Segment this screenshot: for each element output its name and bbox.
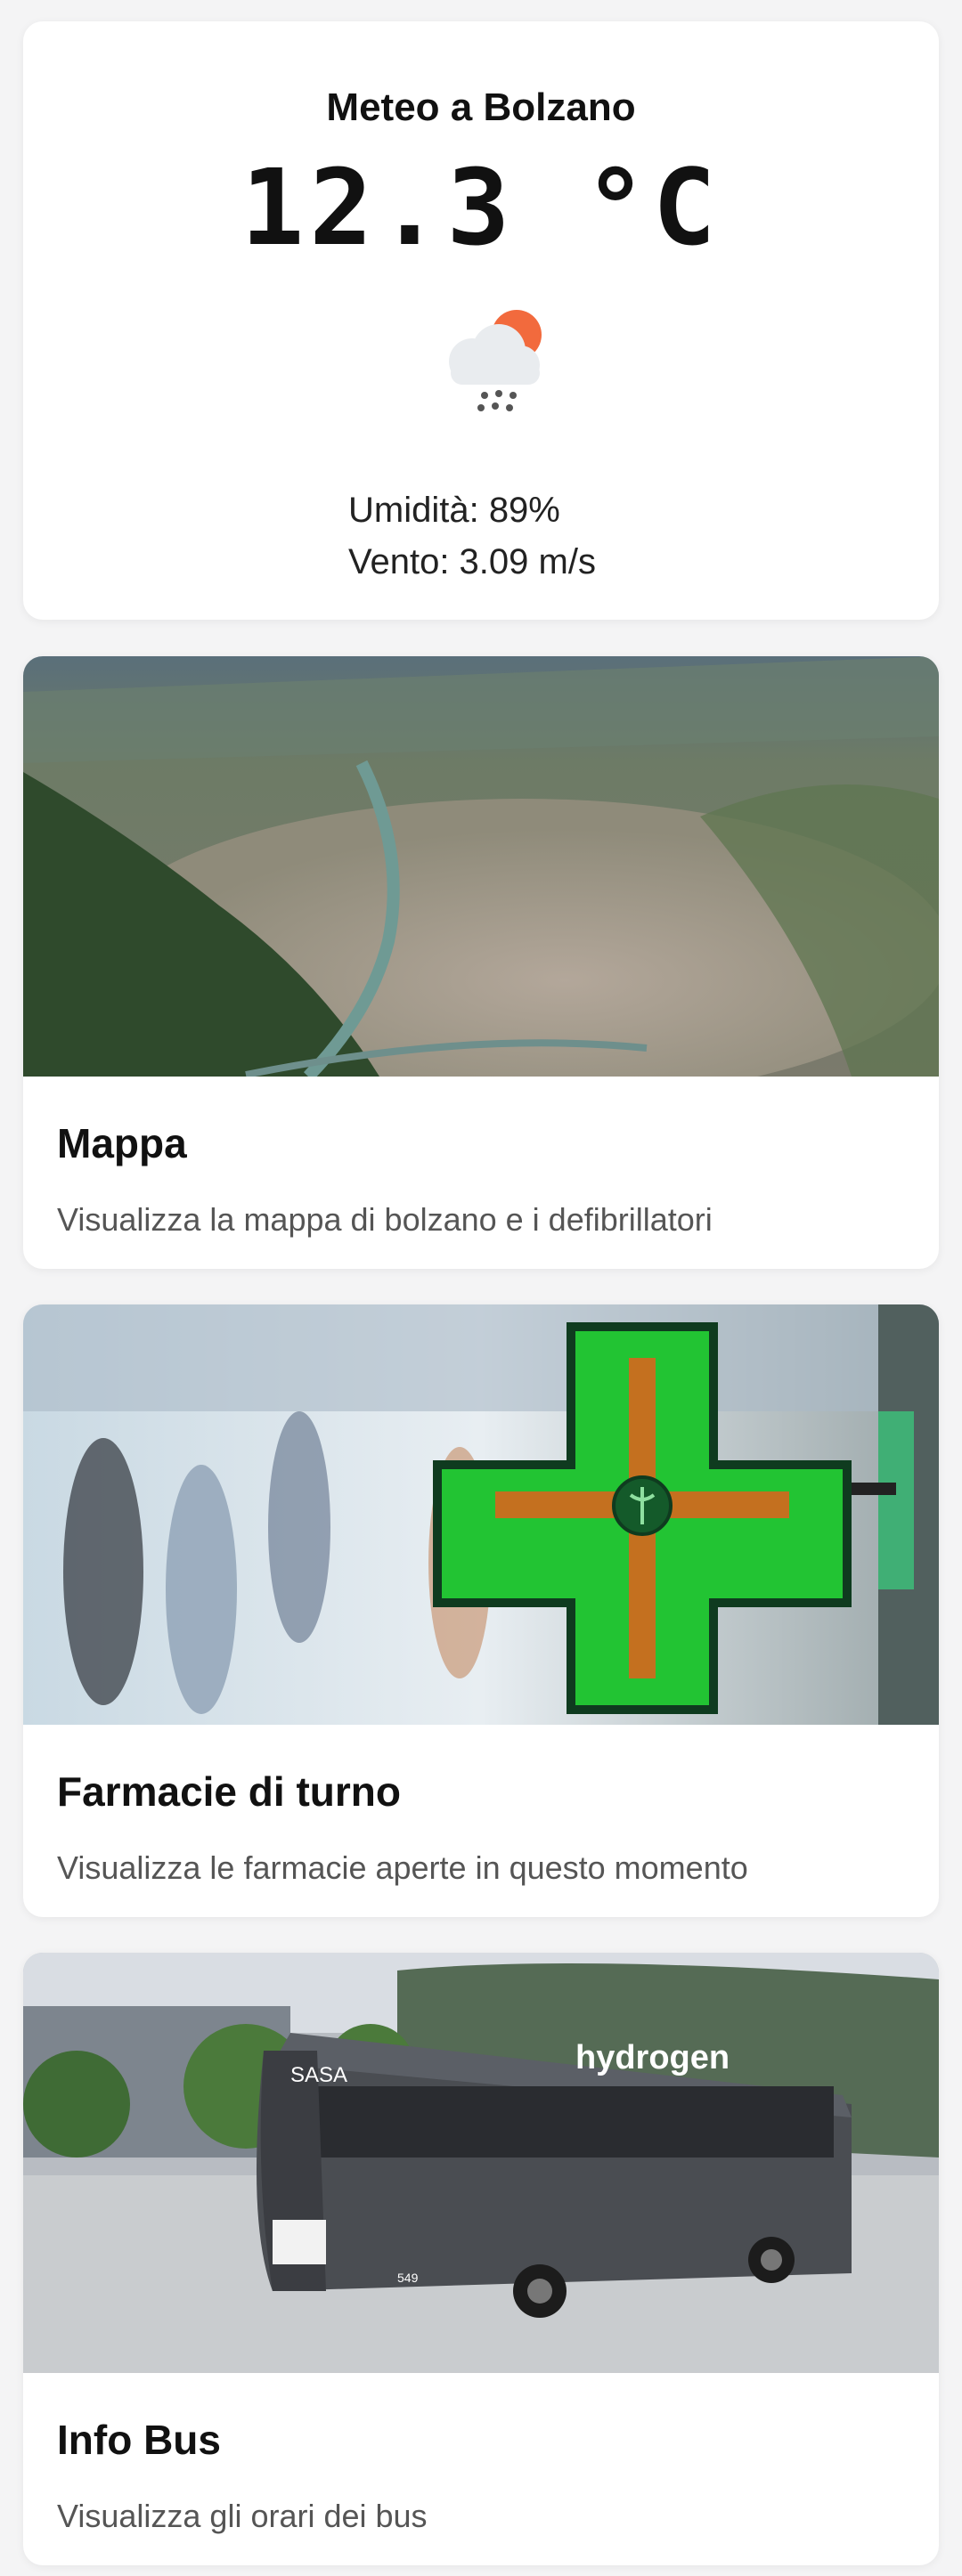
card-description: Visualizza la mappa di bolzano e i defib… — [57, 1201, 713, 1238]
cloud-rain-sun-icon — [449, 310, 542, 411]
card-description: Visualizza le farmacie aperte in questo … — [57, 1849, 748, 1886]
card-title: Info Bus — [57, 2417, 221, 2463]
bus-operator-text: SASA — [290, 2063, 347, 2087]
weather-details: Umidità: 89% Vento: 3.09 m/s — [348, 484, 596, 588]
hydrogen-bus-photo: hydrogen SASA 549 — [23, 1953, 939, 2373]
weather-card: Meteo a Bolzano 12.3 °C Umidità: 89% Ven… — [23, 21, 939, 620]
map-card[interactable]: Mappa Visualizza la mappa di bolzano e i… — [23, 656, 939, 1269]
wind-label: Vento: 3.09 m/s — [348, 542, 596, 581]
humidity-label: Umidità: 89% — [348, 491, 560, 530]
bus-number-text: 549 — [397, 2271, 419, 2285]
weather-temperature: 12.3 °C — [240, 146, 722, 269]
home-screen: Meteo a Bolzano 12.3 °C Umidità: 89% Ven… — [0, 0, 962, 2576]
weather-title: Meteo a Bolzano — [326, 85, 636, 129]
pharmacy-card[interactable]: Farmacie di turno Visualizza le farmacie… — [23, 1304, 939, 1917]
card-title: Mappa — [57, 1120, 187, 1166]
aerial-city-photo — [23, 656, 939, 1077]
bus-brand-text: hydrogen — [575, 2039, 730, 2076]
pharmacy-cross-photo — [23, 1304, 939, 1725]
bus-card[interactable]: hydrogen SASA 549 Info Bus Visualizza gl… — [23, 1953, 939, 2565]
card-title: Farmacie di turno — [57, 1768, 401, 1815]
card-description: Visualizza gli orari dei bus — [57, 2498, 428, 2534]
